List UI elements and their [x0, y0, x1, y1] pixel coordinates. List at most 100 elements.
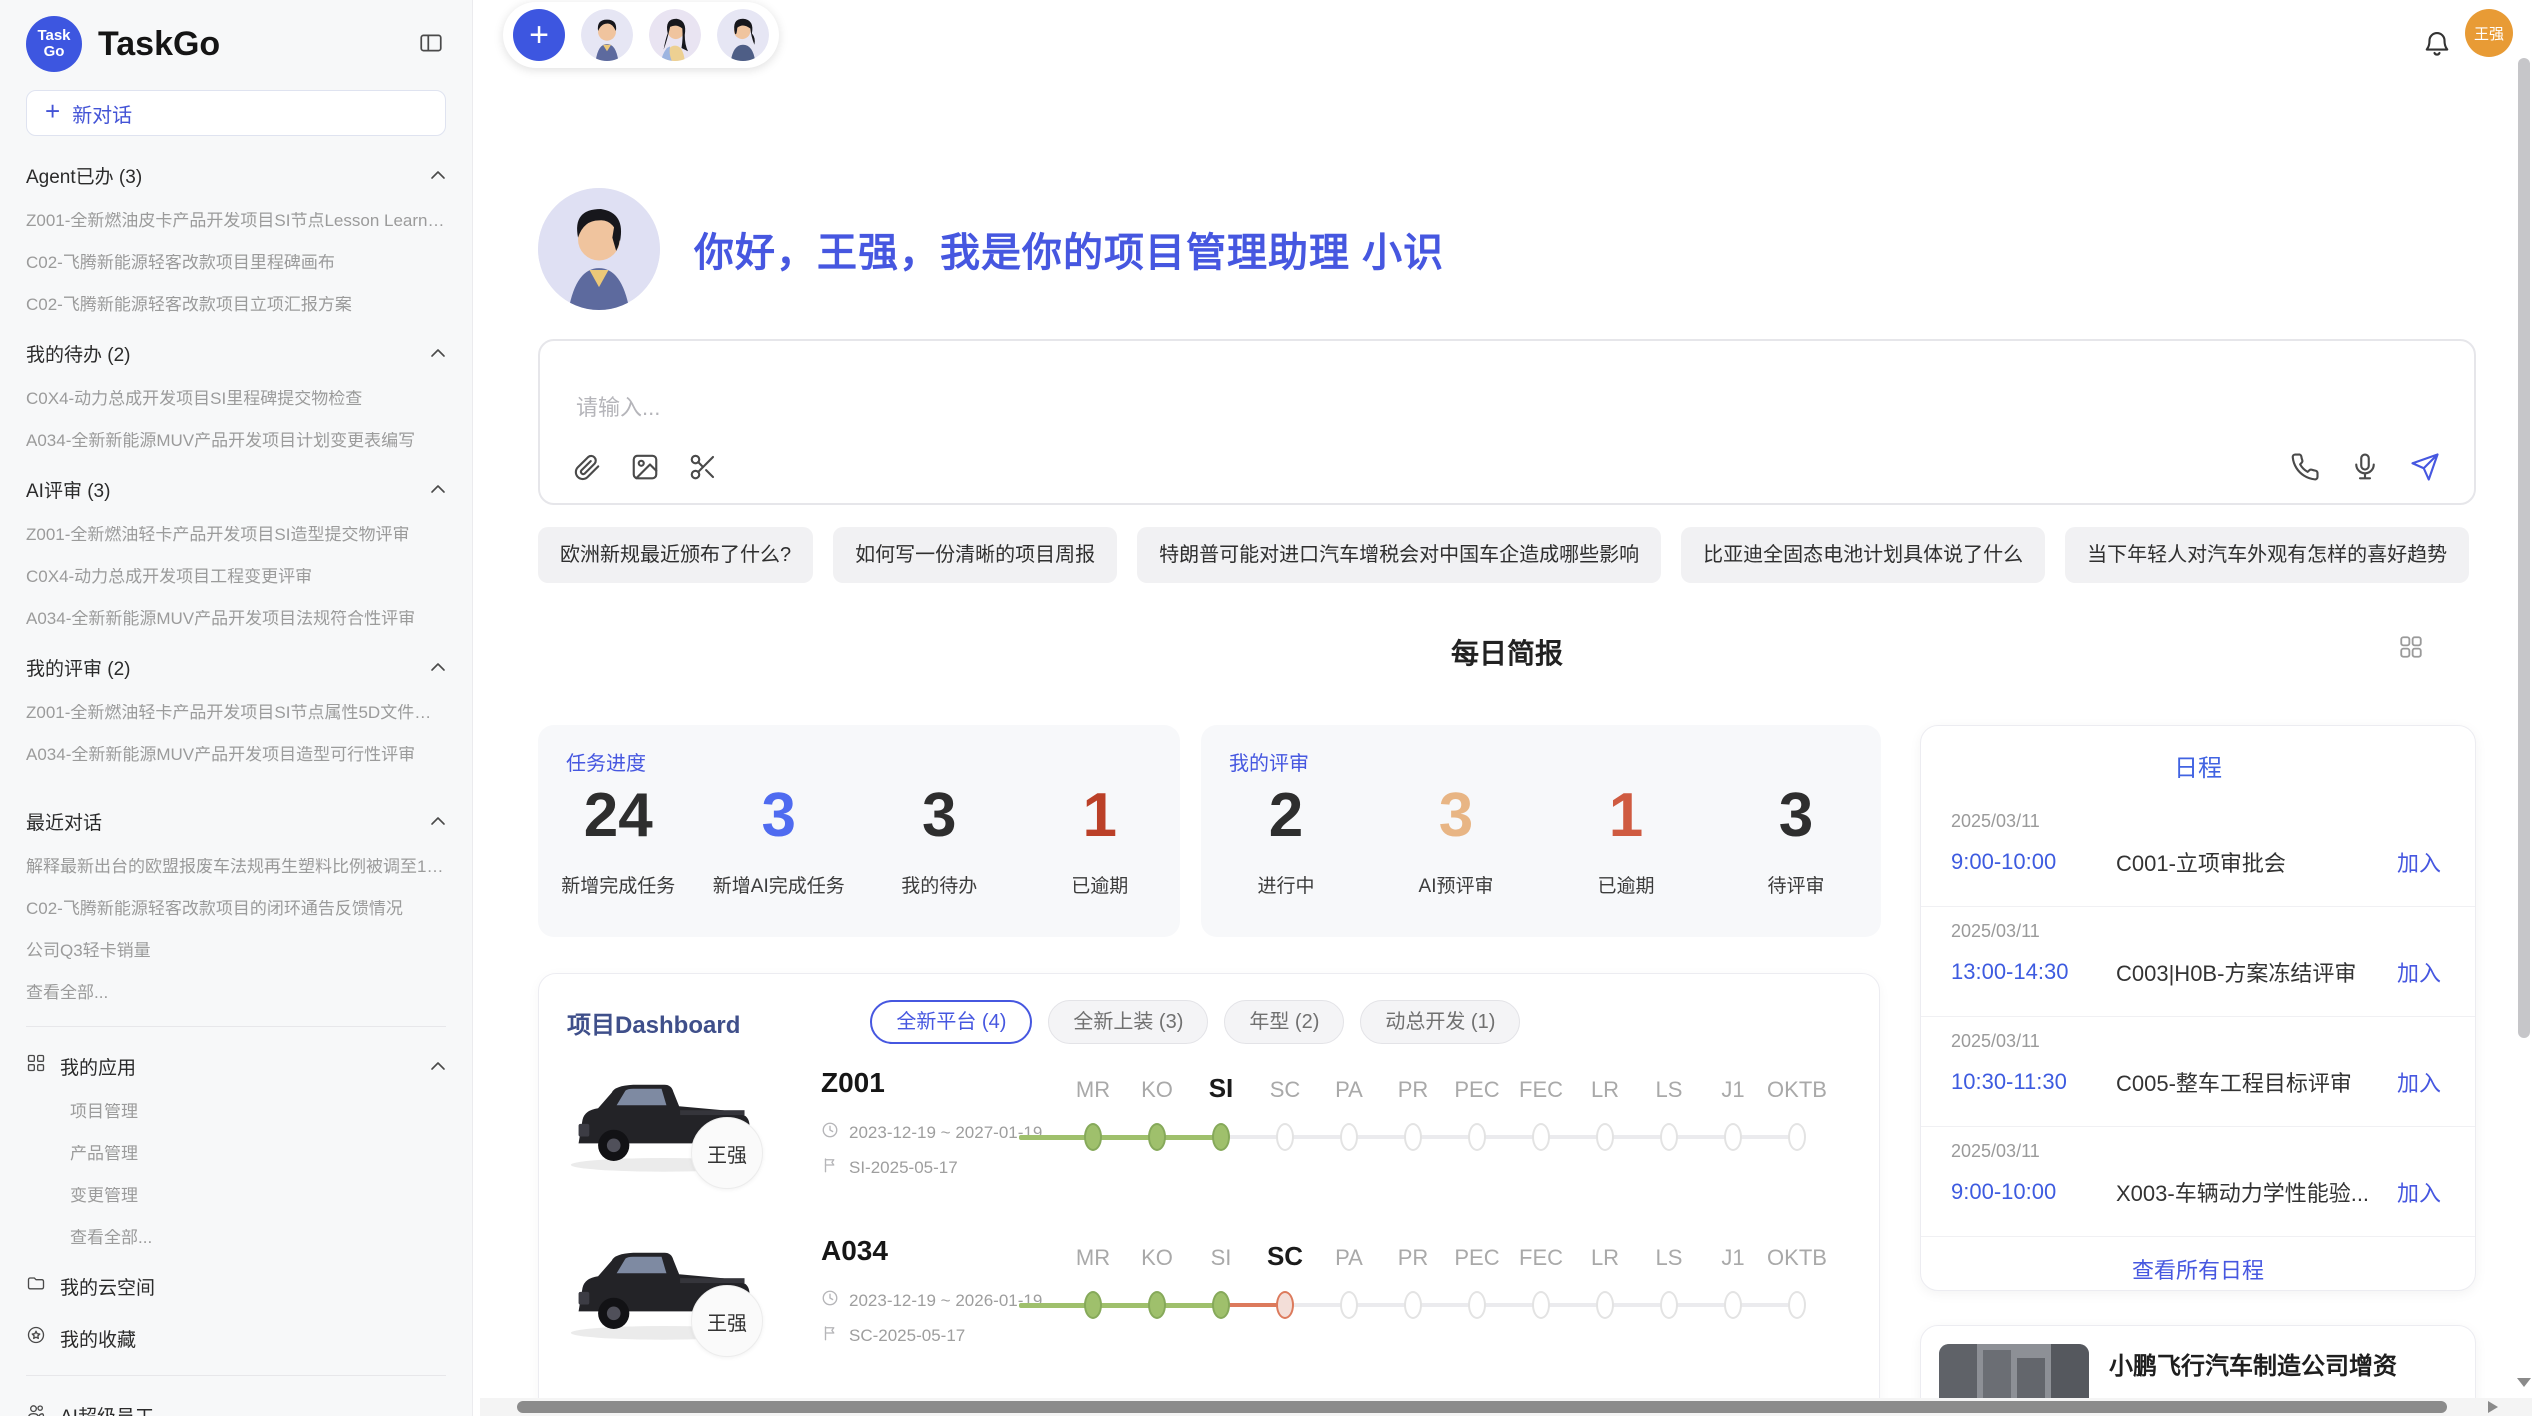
milestone-node[interactable]: [1724, 1291, 1742, 1319]
sidebar-section-header[interactable]: Agent已办 (3): [26, 162, 446, 188]
milestone-node[interactable]: [1084, 1123, 1102, 1151]
milestone-node[interactable]: [1340, 1123, 1358, 1151]
vertical-scrollbar-thumb[interactable]: [2518, 58, 2530, 1038]
sidebar-item-cloud-space[interactable]: 我的云空间: [26, 1273, 446, 1299]
chevron-up-icon[interactable]: [430, 164, 446, 186]
chevron-up-icon[interactable]: [430, 478, 446, 500]
sidebar-section-header[interactable]: AI评审 (3): [26, 476, 446, 502]
milestone-node[interactable]: [1788, 1291, 1806, 1319]
chat-input[interactable]: [576, 395, 1976, 421]
milestone-label: PR: [1381, 1077, 1445, 1103]
suggestion-chip[interactable]: 比亚迪全固态电池计划具体说了什么: [1681, 527, 2045, 583]
chevron-up-icon[interactable]: [430, 810, 446, 832]
schedule-time: 10:30-11:30: [1951, 1069, 2116, 1095]
agent-avatar-3[interactable]: [717, 9, 769, 61]
scroll-down-arrow[interactable]: [2517, 1378, 2531, 1387]
schedule-panel: 日程 2025/03/119:00-10:00C001-立项审批会加入2025/…: [1920, 725, 2476, 1291]
dashboard-tab[interactable]: 全新上装 (3): [1048, 1000, 1208, 1044]
milestone-node[interactable]: [1404, 1291, 1422, 1319]
image-icon[interactable]: [630, 452, 660, 487]
send-icon[interactable]: [2410, 452, 2440, 487]
agent-avatar-1[interactable]: [581, 9, 633, 61]
sidebar-item[interactable]: C02-飞腾新能源轻客改款项目的闭环通告反馈情况: [26, 900, 446, 918]
sidebar-item[interactable]: A034-全新新能源MUV产品开发项目计划变更表编写: [26, 432, 446, 450]
sidebar-collapse-icon[interactable]: [418, 30, 444, 61]
chevron-up-icon[interactable]: [430, 342, 446, 364]
milestone-node[interactable]: [1660, 1291, 1678, 1319]
agent-avatar-2[interactable]: [649, 9, 701, 61]
paperclip-icon[interactable]: [572, 452, 602, 487]
milestone-node[interactable]: [1212, 1123, 1230, 1151]
view-all-schedule-link[interactable]: 查看所有日程: [1921, 1253, 2475, 1285]
stat-item: 2进行中: [1201, 783, 1371, 898]
milestone-node[interactable]: [1788, 1123, 1806, 1151]
milestone-node[interactable]: [1660, 1123, 1678, 1151]
sidebar-section-header[interactable]: 最近对话: [26, 808, 446, 834]
sidebar-item[interactable]: C0X4-动力总成开发项目工程变更评审: [26, 568, 446, 586]
sidebar-item[interactable]: 公司Q3轻卡销量: [26, 942, 446, 960]
dashboard-tab[interactable]: 年型 (2): [1224, 1000, 1344, 1044]
phone-icon[interactable]: [2290, 452, 2320, 487]
milestone-node[interactable]: [1212, 1291, 1230, 1319]
milestone-node[interactable]: [1532, 1123, 1550, 1151]
new-chat-button[interactable]: + 新对话: [26, 90, 446, 136]
sidebar-item[interactable]: 查看全部...: [26, 984, 446, 1002]
suggestion-chip[interactable]: 如何写一份清晰的项目周报: [833, 527, 1117, 583]
dashboard-tab[interactable]: 动总开发 (1): [1360, 1000, 1520, 1044]
scroll-right-arrow[interactable]: [2488, 1401, 2498, 1413]
scissors-icon[interactable]: [688, 452, 718, 487]
sidebar-app-item[interactable]: 项目管理: [26, 1103, 446, 1121]
chevron-up-icon[interactable]: [430, 1055, 446, 1077]
notification-bell-icon[interactable]: [2422, 28, 2452, 63]
join-button[interactable]: 加入: [2397, 956, 2441, 988]
milestone-node[interactable]: [1724, 1123, 1742, 1151]
sidebar-apps-header[interactable]: 我的应用: [26, 1053, 446, 1079]
sidebar-item[interactable]: Z001-全新燃油轻卡产品开发项目SI节点属性5D文件评审: [26, 704, 446, 722]
milestone-node[interactable]: [1404, 1123, 1422, 1151]
milestone-node[interactable]: [1532, 1291, 1550, 1319]
milestone-node[interactable]: [1148, 1123, 1166, 1151]
suggestion-chip[interactable]: 特朗普可能对进口汽车增税会对中国车企造成哪些影响: [1137, 527, 1661, 583]
milestone-node[interactable]: [1276, 1123, 1294, 1151]
sidebar-item[interactable]: C02-飞腾新能源轻客改款项目里程碑画布: [26, 254, 446, 272]
suggestion-chip[interactable]: 欧洲新规最近颁布了什么?: [538, 527, 813, 583]
join-button[interactable]: 加入: [2397, 846, 2441, 878]
join-button[interactable]: 加入: [2397, 1066, 2441, 1098]
join-button[interactable]: 加入: [2397, 1176, 2441, 1208]
milestone-label: PEC: [1445, 1245, 1509, 1271]
sidebar-tool-item[interactable]: AI超级员工: [26, 1402, 446, 1416]
schedule-item: 2025/03/1113:00-14:30C003|H0B-方案冻结评审加入: [1921, 907, 2475, 1017]
milestone-node[interactable]: [1596, 1291, 1614, 1319]
sidebar-item[interactable]: C0X4-动力总成开发项目SI里程碑提交物检查: [26, 390, 446, 408]
sidebar-item[interactable]: Z001-全新燃油皮卡产品开发项目SI节点Lesson Learn报告: [26, 212, 446, 230]
milestone-node[interactable]: [1276, 1291, 1294, 1319]
milestone-node[interactable]: [1468, 1291, 1486, 1319]
sidebar-item[interactable]: 解释最新出台的欧盟报废车法规再生塑料比例被调至15%...: [26, 858, 446, 876]
sidebar-item[interactable]: A034-全新新能源MUV产品开发项目法规符合性评审: [26, 610, 446, 628]
microphone-icon[interactable]: [2350, 452, 2380, 487]
sidebar-app-item[interactable]: 变更管理: [26, 1187, 446, 1205]
sidebar-section-header[interactable]: 我的评审 (2): [26, 654, 446, 680]
chevron-up-icon[interactable]: [430, 656, 446, 678]
milestone-node[interactable]: [1596, 1123, 1614, 1151]
sidebar-item[interactable]: A034-全新新能源MUV产品开发项目造型可行性评审: [26, 746, 446, 764]
schedule-item: 2025/03/119:00-10:00X003-车辆动力学性能验...加入: [1921, 1127, 2475, 1237]
sidebar-app-item[interactable]: 产品管理: [26, 1145, 446, 1163]
milestone-node[interactable]: [1148, 1291, 1166, 1319]
sidebar-item[interactable]: C02-飞腾新能源轻客改款项目立项汇报方案: [26, 296, 446, 314]
sidebar-item[interactable]: Z001-全新燃油轻卡产品开发项目SI造型提交物评审: [26, 526, 446, 544]
sidebar-section-header[interactable]: 我的待办 (2): [26, 340, 446, 366]
suggestion-chip[interactable]: 当下年轻人对汽车外观有怎样的喜好趋势: [2065, 527, 2469, 583]
layout-grid-icon[interactable]: [2398, 634, 2424, 665]
milestone-node[interactable]: [1340, 1291, 1358, 1319]
sidebar-item-favorites[interactable]: 我的收藏: [26, 1325, 446, 1351]
add-agent-button[interactable]: +: [513, 9, 565, 61]
horizontal-scrollbar-thumb[interactable]: [517, 1401, 2447, 1413]
project-row[interactable]: 王强Z0012023-12-19 ~ 2027-01-19SI-2025-05-…: [539, 1059, 1880, 1227]
sidebar-app-item[interactable]: 查看全部...: [26, 1229, 446, 1247]
project-row[interactable]: 王强A0342023-12-19 ~ 2026-01-19SC-2025-05-…: [539, 1227, 1880, 1395]
milestone-node[interactable]: [1468, 1123, 1486, 1151]
dashboard-tab[interactable]: 全新平台 (4): [870, 1000, 1032, 1044]
milestone-node[interactable]: [1084, 1291, 1102, 1319]
user-avatar[interactable]: 王强: [2465, 9, 2513, 57]
